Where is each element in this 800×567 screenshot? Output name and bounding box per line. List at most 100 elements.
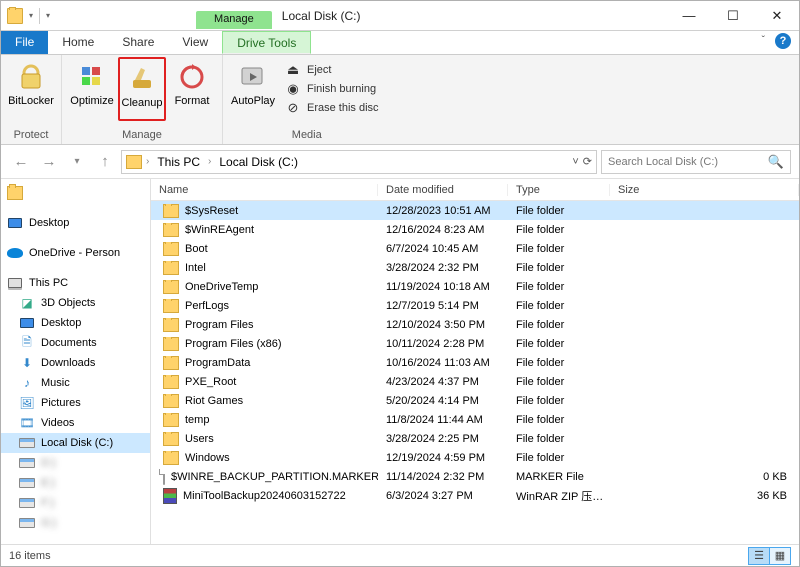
forward-button[interactable]: → bbox=[37, 150, 61, 174]
nav-drive-d[interactable]: D:) bbox=[1, 453, 150, 473]
tab-file[interactable]: File bbox=[1, 31, 48, 54]
file-date: 12/19/2024 4:59 PM bbox=[378, 452, 508, 464]
contextual-tab-header: Manage bbox=[196, 11, 272, 29]
nav-drive-e[interactable]: E:) bbox=[1, 473, 150, 493]
close-button[interactable]: ✕ bbox=[755, 2, 799, 30]
file-row[interactable]: $SysReset12/28/2023 10:51 AMFile folder bbox=[151, 201, 799, 220]
folder-icon[interactable] bbox=[7, 8, 23, 24]
optimize-icon bbox=[76, 61, 108, 93]
breadcrumb-this-pc[interactable]: This PC bbox=[153, 155, 204, 169]
col-date[interactable]: Date modified bbox=[378, 184, 508, 196]
nav-onedrive[interactable]: OneDrive - Person bbox=[1, 243, 150, 263]
folder-icon bbox=[163, 299, 179, 313]
file-row[interactable]: PerfLogs12/7/2019 5:14 PMFile folder bbox=[151, 296, 799, 315]
file-row[interactable]: OneDriveTemp11/19/2024 10:18 AMFile fold… bbox=[151, 277, 799, 296]
file-row[interactable]: Windows12/19/2024 4:59 PMFile folder bbox=[151, 448, 799, 467]
nav-documents[interactable]: 🗎Documents bbox=[1, 333, 150, 353]
cleanup-button[interactable]: Cleanup bbox=[118, 57, 166, 121]
tab-view[interactable]: View bbox=[168, 31, 222, 54]
nav-local-disk-c[interactable]: Local Disk (C:) bbox=[1, 433, 150, 453]
address-bar[interactable]: › This PC › Local Disk (C:) ˅ ⟳ bbox=[121, 150, 597, 174]
qat-chevron-icon[interactable]: ▾ bbox=[46, 11, 50, 20]
file-row[interactable]: temp11/8/2024 11:44 AMFile folder bbox=[151, 410, 799, 429]
file-row[interactable]: Boot6/7/2024 10:45 AMFile folder bbox=[151, 239, 799, 258]
autoplay-button[interactable]: AutoPlay bbox=[229, 57, 277, 121]
status-bar: 16 items ☰ ▦ bbox=[1, 544, 799, 566]
file-row[interactable]: Program Files (x86)10/11/2024 2:28 PMFil… bbox=[151, 334, 799, 353]
file-name: PXE_Root bbox=[185, 376, 236, 388]
maximize-button[interactable]: ☐ bbox=[711, 2, 755, 30]
tab-home[interactable]: Home bbox=[48, 31, 108, 54]
search-box[interactable]: Search Local Disk (C:) 🔍 bbox=[601, 150, 791, 174]
file-date: 6/3/2024 3:27 PM bbox=[378, 490, 508, 502]
file-row[interactable]: Program Files12/10/2024 3:50 PMFile fold… bbox=[151, 315, 799, 334]
file-date: 3/28/2024 2:32 PM bbox=[378, 262, 508, 274]
file-row[interactable]: Intel3/28/2024 2:32 PMFile folder bbox=[151, 258, 799, 277]
nav-desktop-sub[interactable]: Desktop bbox=[1, 313, 150, 333]
format-button[interactable]: Format bbox=[168, 57, 216, 121]
details-view-button[interactable]: ☰ bbox=[748, 547, 770, 565]
tab-share[interactable]: Share bbox=[108, 31, 168, 54]
optimize-button[interactable]: Optimize bbox=[68, 57, 116, 121]
nav-3d-objects[interactable]: ◪3D Objects bbox=[1, 293, 150, 313]
qat-separator bbox=[39, 8, 40, 24]
nav-desktop[interactable]: Desktop bbox=[1, 213, 150, 233]
file-row[interactable]: $WinREAgent12/16/2024 8:23 AMFile folder bbox=[151, 220, 799, 239]
nav-quick-access[interactable] bbox=[1, 183, 150, 203]
file-row[interactable]: PXE_Root4/23/2024 4:37 PMFile folder bbox=[151, 372, 799, 391]
nav-videos[interactable]: 🎞Videos bbox=[1, 413, 150, 433]
nav-this-pc[interactable]: This PC bbox=[1, 273, 150, 293]
chevron-right-icon[interactable]: › bbox=[208, 156, 211, 167]
tab-drive-tools[interactable]: Drive Tools bbox=[222, 31, 311, 54]
file-row[interactable]: ProgramData10/16/2024 11:03 AMFile folde… bbox=[151, 353, 799, 372]
chevron-right-icon[interactable]: › bbox=[146, 156, 149, 167]
file-row[interactable]: Riot Games5/20/2024 4:14 PMFile folder bbox=[151, 391, 799, 410]
col-size[interactable]: Size bbox=[610, 184, 799, 196]
file-list[interactable]: $SysReset12/28/2023 10:51 AMFile folder$… bbox=[151, 201, 799, 544]
search-icon[interactable]: 🔍 bbox=[768, 154, 784, 170]
address-dropdown-icon[interactable]: ˅ bbox=[572, 156, 578, 168]
collapse-ribbon-icon[interactable]: ˇ bbox=[762, 35, 765, 46]
finish-burning-label: Finish burning bbox=[307, 83, 376, 95]
nav-downloads[interactable]: ⬇Downloads bbox=[1, 353, 150, 373]
file-row[interactable]: $WINRE_BACKUP_PARTITION.MARKER11/14/2024… bbox=[151, 467, 799, 486]
file-date: 11/14/2024 2:32 PM bbox=[378, 471, 508, 483]
file-name: ProgramData bbox=[185, 357, 250, 369]
back-button[interactable]: ← bbox=[9, 150, 33, 174]
eject-icon: ⏏ bbox=[285, 62, 301, 78]
file-size: 36 KB bbox=[610, 490, 799, 502]
nav-music[interactable]: ♪Music bbox=[1, 373, 150, 393]
nav-pictures[interactable]: 🖼Pictures bbox=[1, 393, 150, 413]
refresh-icon[interactable]: ⟳ bbox=[583, 155, 592, 168]
file-type: File folder bbox=[508, 262, 610, 274]
icons-view-button[interactable]: ▦ bbox=[769, 547, 791, 565]
file-type: File folder bbox=[508, 452, 610, 464]
lock-icon bbox=[15, 61, 47, 93]
up-button[interactable]: ↑ bbox=[93, 150, 117, 174]
navigation-pane[interactable]: Desktop OneDrive - Person This PC ◪3D Ob… bbox=[1, 179, 151, 544]
qat-dropdown-icon[interactable]: ▾ bbox=[29, 11, 33, 20]
file-type: File folder bbox=[508, 281, 610, 293]
column-headers: Name Date modified Type Size bbox=[151, 179, 799, 201]
folder-icon bbox=[163, 318, 179, 332]
history-dropdown-icon[interactable]: ▾ bbox=[65, 150, 89, 174]
nav-drive-g[interactable]: G:) bbox=[1, 513, 150, 533]
finish-burning-button[interactable]: ◉ Finish burning bbox=[281, 80, 383, 98]
col-name[interactable]: Name bbox=[151, 184, 378, 196]
erase-disc-button[interactable]: ⊘ Erase this disc bbox=[281, 99, 383, 117]
bitlocker-button[interactable]: BitLocker bbox=[7, 57, 55, 121]
breadcrumb-location[interactable]: Local Disk (C:) bbox=[215, 155, 302, 169]
ribbon-group-media: AutoPlay ⏏ Eject ◉ Finish burning ⊘ Eras… bbox=[223, 55, 391, 144]
file-row[interactable]: MiniToolBackup202406031527226/3/2024 3:2… bbox=[151, 486, 799, 505]
file-name: $WINRE_BACKUP_PARTITION.MARKER bbox=[171, 471, 378, 483]
file-name: Riot Games bbox=[185, 395, 243, 407]
col-type[interactable]: Type bbox=[508, 184, 610, 196]
file-row[interactable]: Users3/28/2024 2:25 PMFile folder bbox=[151, 429, 799, 448]
help-icon[interactable]: ? bbox=[775, 33, 791, 49]
eject-button[interactable]: ⏏ Eject bbox=[281, 61, 383, 79]
minimize-button[interactable]: — bbox=[667, 2, 711, 30]
folder-icon bbox=[163, 432, 179, 446]
nav-drive-f[interactable]: F:) bbox=[1, 493, 150, 513]
file-date: 12/10/2024 3:50 PM bbox=[378, 319, 508, 331]
burn-icon: ◉ bbox=[285, 81, 301, 97]
